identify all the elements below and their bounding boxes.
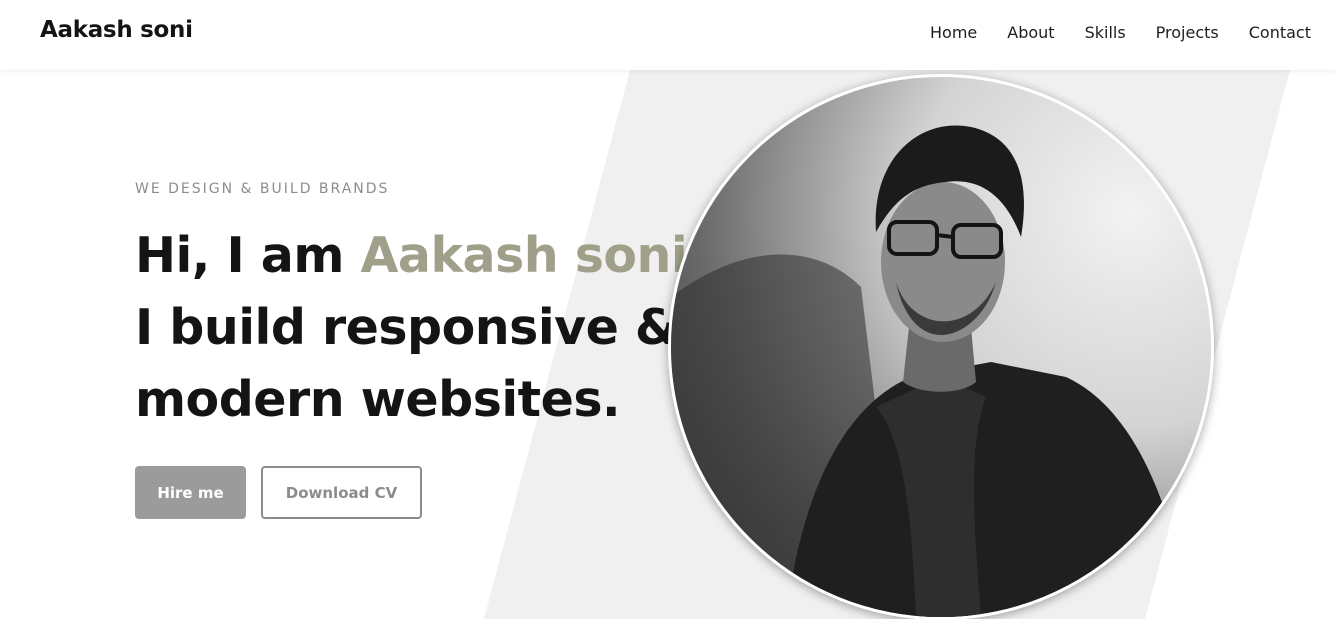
hire-me-button[interactable]: Hire me (135, 466, 246, 519)
brand-logo[interactable]: Aakash soni (40, 17, 193, 43)
download-cv-button[interactable]: Download CV (261, 466, 422, 519)
nav-contact[interactable]: Contact (1249, 23, 1311, 42)
hero-section: WE DESIGN & BUILD BRANDS Hi, I am Aakash… (0, 70, 1337, 619)
headline-line-1: Hi, I am Aakash soni (135, 220, 688, 292)
portrait-illustration (671, 125, 1191, 617)
greeting-text: Hi, I am (135, 227, 361, 284)
headline-line-2: I build responsive & (135, 299, 678, 356)
nav-about[interactable]: About (1007, 23, 1054, 42)
nav-skills[interactable]: Skills (1085, 23, 1126, 42)
hero-tagline: WE DESIGN & BUILD BRANDS (135, 181, 390, 197)
profile-photo (668, 74, 1214, 619)
hero-headline: Hi, I am Aakash soni I build responsive … (135, 220, 688, 436)
headline-line-3: modern websites. (135, 371, 621, 428)
hero-name: Aakash soni (360, 227, 688, 284)
nav-home[interactable]: Home (930, 23, 977, 42)
nav-projects[interactable]: Projects (1156, 23, 1219, 42)
navbar: Aakash soni Home About Skills Projects C… (0, 0, 1337, 70)
nav-links: Home About Skills Projects Contact (930, 23, 1311, 42)
